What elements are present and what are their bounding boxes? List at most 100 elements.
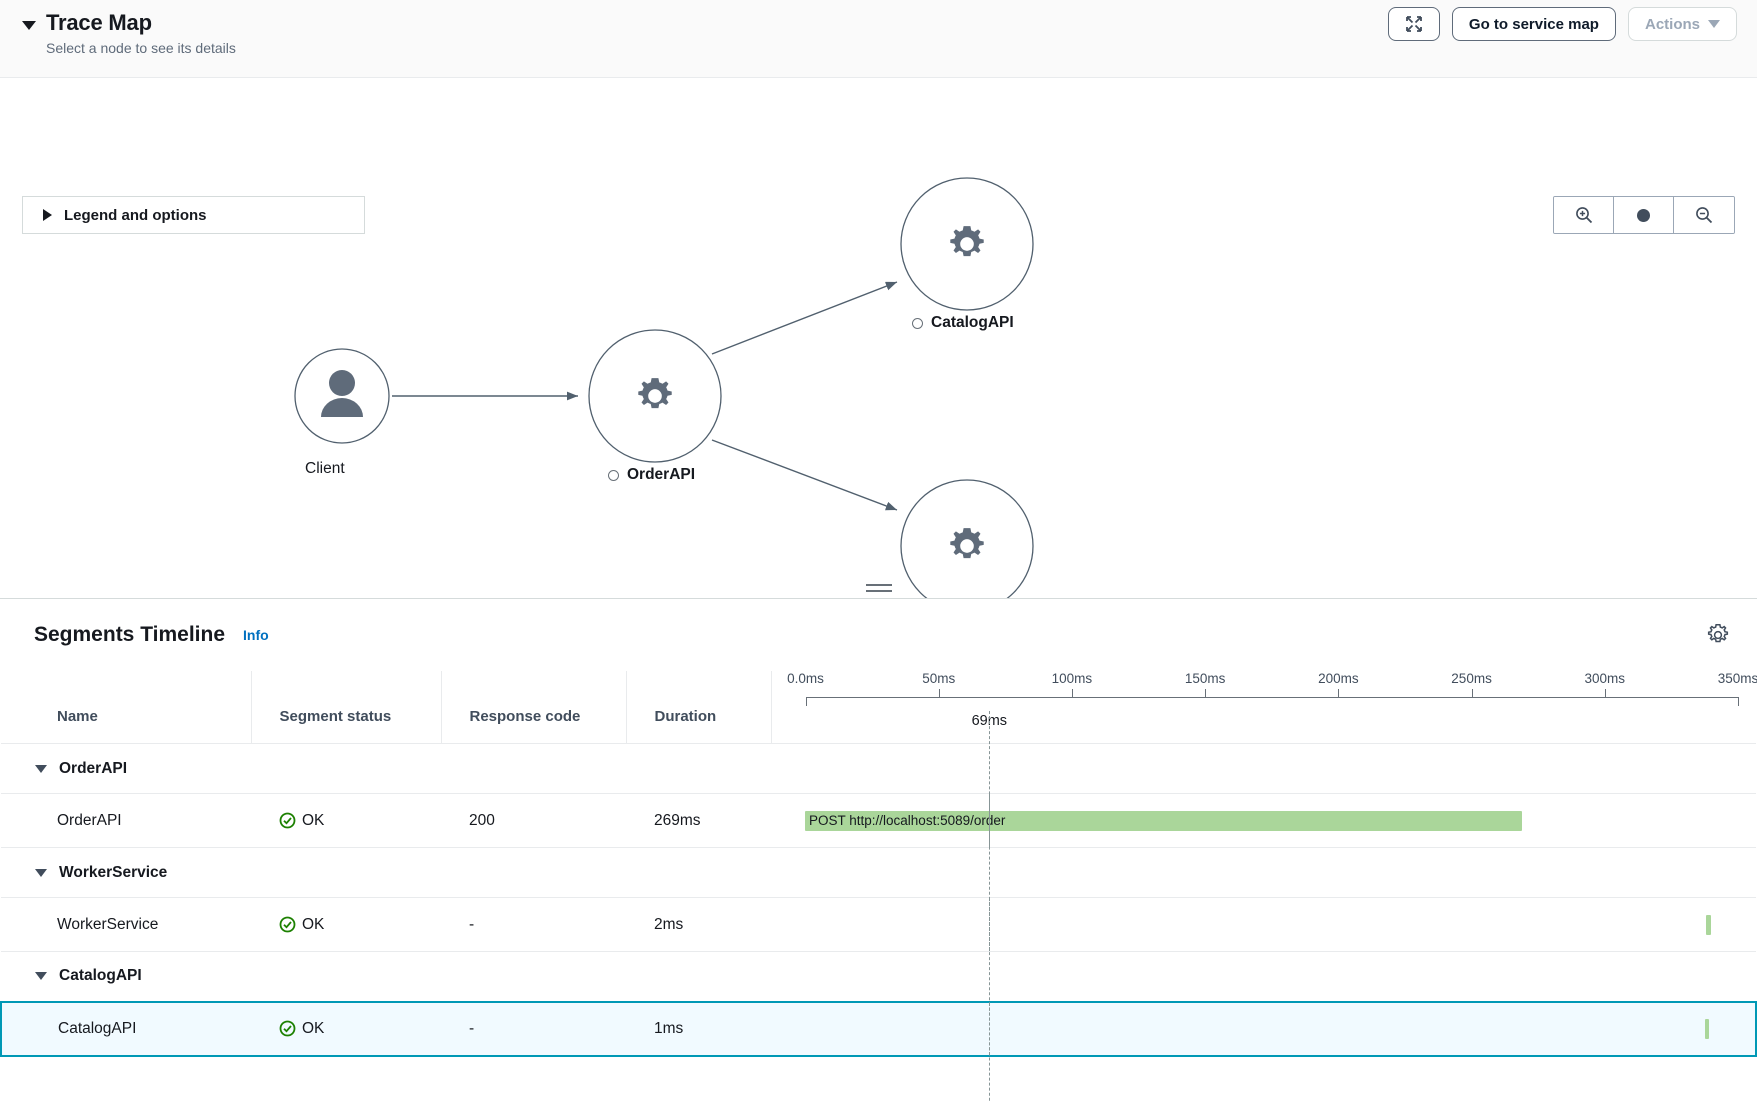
group-collapse-icon[interactable] (35, 868, 47, 877)
segments-timeline-title: Segments Timeline (34, 623, 226, 646)
info-link[interactable]: Info (243, 627, 269, 643)
actions-dropdown-button[interactable]: Actions (1627, 7, 1737, 41)
axis-tick (1471, 689, 1473, 697)
cell-timeline (771, 1000, 1757, 1057)
segment-group-row[interactable]: CatalogAPI (1, 952, 1756, 1002)
column-header-duration[interactable]: Duration (625, 671, 771, 744)
axis-tick-label: 200ms (1318, 671, 1359, 686)
node-label-text: OrderAPI (627, 466, 696, 483)
table-row[interactable]: WorkerService OK -2ms (1, 897, 1756, 952)
caret-down-icon[interactable] (22, 21, 36, 30)
timeline-axis: 0.0ms 50ms 100ms 150ms 200ms 250ms 300ms 350ms … (787, 671, 1757, 743)
check-circle-icon (279, 812, 296, 829)
segment-group-cell: OrderAPI (1, 744, 1756, 794)
timeline-settings-button[interactable] (1703, 620, 1733, 650)
segments-table-body: OrderAPI OrderAPI OK 200 269ms POST http://lo… (0, 744, 1757, 1057)
segment-duration-bar[interactable] (1705, 1018, 1710, 1039)
panel-resize-handle[interactable] (865, 580, 892, 596)
axis-tick-label: 250ms (1451, 671, 1492, 686)
column-header-segment-status[interactable]: Segment status (250, 671, 441, 744)
status-text: OK (302, 811, 325, 829)
segment-duration-bar[interactable] (1706, 914, 1712, 935)
trace-map-header: Trace Map Select a node to see its detai… (0, 0, 1757, 78)
cell-name: OrderAPI (1, 793, 251, 848)
segments-table: Name Segment status Response code Durati… (0, 671, 1757, 1057)
column-header-name[interactable]: Name (1, 671, 251, 744)
check-circle-icon (279, 1020, 296, 1037)
column-header-response-code[interactable]: Response code (440, 671, 626, 744)
map-node-client[interactable] (294, 348, 390, 444)
axis-tick-label: 300ms (1584, 671, 1626, 686)
expand-icon (1406, 16, 1422, 32)
column-header-timeline: 0.0ms 50ms 100ms 150ms 200ms 250ms 300ms 350ms … (770, 671, 1757, 744)
map-node-catalogapi[interactable] (900, 177, 1034, 311)
axis-tick (1738, 697, 1739, 706)
node-label-text: Client (305, 460, 345, 477)
cell-response-code: - (441, 897, 626, 952)
cell-segment-status: OK (251, 897, 441, 952)
map-node-label-orderapi: OrderAPI (608, 466, 695, 484)
cell-name: CatalogAPI (0, 1000, 251, 1057)
header-title-group: Trace Map Select a node to see its detai… (22, 8, 236, 56)
handle-line (865, 590, 892, 592)
timeline-marker-line (988, 1002, 990, 1055)
go-to-service-map-button[interactable]: Go to service map (1451, 7, 1616, 41)
segment-group-row[interactable]: OrderAPI (1, 744, 1756, 794)
segment-group-cell: WorkerService (1, 848, 1756, 898)
status-text: OK (302, 1019, 325, 1037)
axis-tick (1205, 689, 1207, 697)
trace-map-canvas[interactable]: Legend and options Client OrderAPI Catal… (0, 78, 1757, 598)
segment-duration-bar[interactable]: POST http://localhost:5089/order (805, 810, 1523, 831)
axis-tick (1604, 689, 1606, 697)
cell-name: WorkerService (1, 897, 251, 952)
segment-group-name: OrderAPI (59, 759, 128, 777)
edge-orderapi-catalogapi (711, 281, 898, 355)
fullscreen-button[interactable] (1387, 7, 1440, 41)
trace-graph (294, 177, 1034, 598)
timeline-track (805, 898, 1738, 951)
check-circle-icon (279, 916, 296, 933)
axis-tick-labels: 0.0ms 50ms 100ms 150ms 200ms 250ms 300ms 350ms (787, 671, 1757, 693)
timeline-track (805, 1002, 1737, 1055)
axis-tick (1071, 689, 1073, 697)
chevron-down-icon (1708, 20, 1720, 28)
page-title: Trace Map (46, 10, 152, 35)
map-node-label-client: Client (305, 460, 345, 478)
segment-group-cell: CatalogAPI (1, 952, 1756, 1002)
status-ring-icon (912, 317, 923, 329)
cell-response-code: 200 (441, 793, 626, 848)
axis-tick-label: 350ms (1717, 671, 1757, 686)
segments-timeline-header: Segments Timeline Info (0, 599, 1757, 671)
axis-tick (1338, 689, 1340, 697)
axis-marker-label: 69ms (971, 713, 1008, 729)
axis-tick (938, 689, 940, 697)
cell-duration: 1ms (626, 1000, 771, 1057)
actions-label: Actions (1644, 15, 1700, 33)
cell-duration: 2ms (626, 897, 771, 952)
group-collapse-icon[interactable] (35, 764, 47, 773)
status-text: OK (302, 915, 325, 933)
axis-tick-label: 100ms (1051, 671, 1093, 686)
cell-segment-status: OK (251, 793, 441, 848)
table-row[interactable]: CatalogAPI OK -1ms (0, 1000, 1757, 1057)
group-collapse-icon[interactable] (35, 972, 47, 981)
cell-response-code: - (441, 1000, 626, 1057)
cell-segment-status: OK (251, 1000, 441, 1057)
node-label-text: CatalogAPI (931, 314, 1014, 331)
segment-group-name: WorkerService (59, 863, 168, 881)
timeline-track: POST http://localhost:5089/order (805, 794, 1738, 847)
axis-tick-label: 0.0ms (787, 671, 824, 686)
gear-icon (1707, 624, 1729, 643)
handle-line (865, 584, 892, 586)
segments-timeline-panel: Segments Timeline Info Name Segment stat… (0, 598, 1757, 1102)
segment-group-row[interactable]: WorkerService (1, 848, 1756, 898)
table-header-row: Name Segment status Response code Durati… (1, 671, 1757, 744)
status-ring-icon (608, 469, 619, 481)
timeline-marker-line (988, 898, 990, 951)
cell-timeline (771, 897, 1756, 952)
map-node-workerservice[interactable] (900, 479, 1034, 598)
edge-orderapi-workerservice (711, 439, 898, 511)
map-node-orderapi[interactable] (588, 329, 722, 463)
axis-tick-label: 150ms (1184, 671, 1226, 686)
table-row[interactable]: OrderAPI OK 200 269ms POST http://localhost:… (1, 793, 1756, 848)
